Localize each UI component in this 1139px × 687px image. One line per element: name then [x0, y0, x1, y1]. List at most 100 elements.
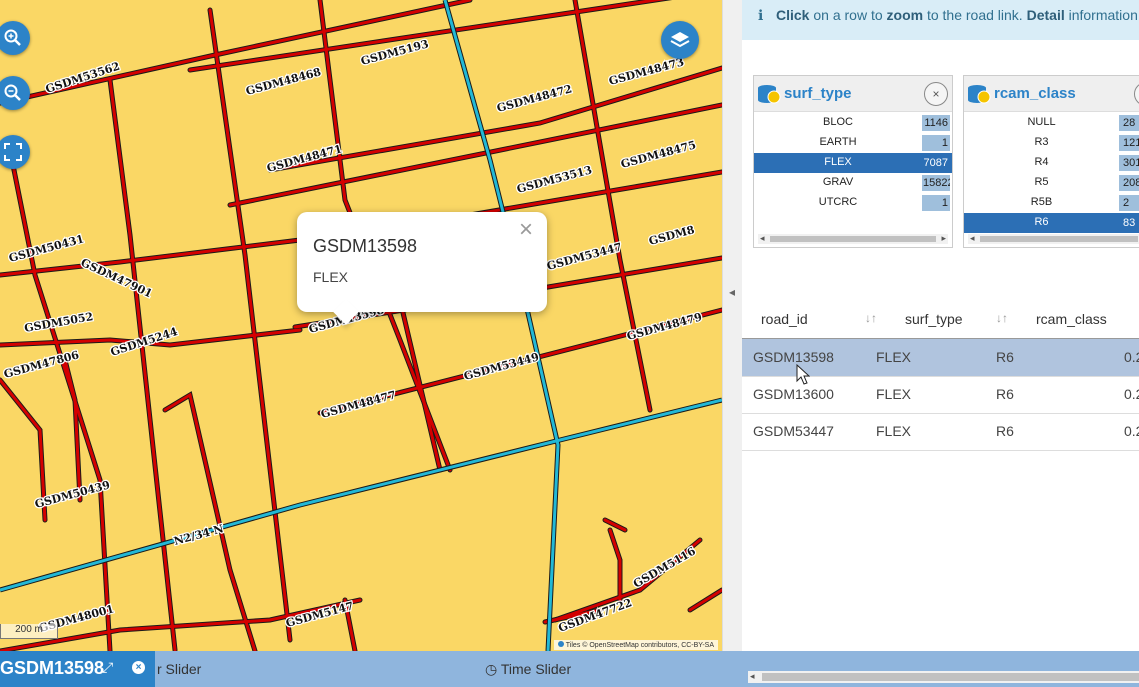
- cell-surf-type: FLEX: [876, 349, 912, 365]
- chart-row[interactable]: R3 121: [964, 133, 1139, 153]
- row-label: R3: [1034, 136, 1049, 148]
- map-attribution: Tiles © OpenStreetMap contributors, CC-B…: [553, 640, 718, 650]
- cell-value: 0.2: [1124, 386, 1139, 402]
- scroll-left-icon[interactable]: ◂: [760, 233, 765, 244]
- road-label: GSDM53447: [545, 240, 623, 273]
- cell-rcam-class: R6: [996, 423, 1014, 439]
- sort-icon[interactable]: ↓↑: [865, 311, 877, 325]
- chart-title: surf_type: [784, 85, 852, 102]
- cell-road-id: GSDM13600: [753, 386, 834, 402]
- database-filter-icon: [758, 85, 781, 104]
- sort-icon[interactable]: ↓↑: [996, 311, 1008, 325]
- time-slider-label: Time Slider: [500, 661, 572, 677]
- chart-close-button[interactable]: ×: [1134, 82, 1139, 106]
- scroll-left-icon[interactable]: ◂: [970, 233, 975, 244]
- feature-popup: GSDM13598 FLEX ×: [297, 212, 547, 312]
- row-count: 2: [1119, 195, 1139, 211]
- slider-tab[interactable]: r Slider: [157, 661, 201, 677]
- chart-row[interactable]: R5 2080: [964, 173, 1139, 193]
- selected-feature-tab[interactable]: GSDM13598 ⤢ ×: [0, 651, 155, 687]
- scroll-thumb[interactable]: [980, 236, 1138, 242]
- column-header-road-id[interactable]: road_id: [761, 311, 808, 327]
- road-label: GSDM8: [647, 223, 696, 248]
- row-label: GRAV: [822, 176, 854, 188]
- scroll-right-icon[interactable]: ▸: [941, 233, 946, 244]
- column-header-surf-type[interactable]: surf_type: [905, 311, 963, 327]
- road-label: GSDM48468: [244, 65, 322, 98]
- chart-row[interactable]: BLOC 1146: [754, 113, 952, 133]
- row-count: 3017: [1119, 155, 1139, 171]
- info-banner: ℹ Click on a row to zoom to the road lin…: [742, 0, 1139, 40]
- chart-close-button[interactable]: ×: [924, 82, 948, 106]
- road-label: GSDM48477: [319, 388, 397, 421]
- road-label: GSDM53513: [515, 163, 593, 196]
- chart-header: surf_type ×: [754, 76, 952, 112]
- cell-rcam-class: R6: [996, 349, 1014, 365]
- cell-road-id: GSDM13598: [753, 349, 834, 365]
- chart-row[interactable]: EARTH 1: [754, 133, 952, 153]
- side-panel: ℹ Click on a row to zoom to the road lin…: [742, 0, 1139, 651]
- cell-value: 0.2: [1124, 349, 1139, 365]
- collapse-arrow-icon[interactable]: ◂: [729, 285, 735, 299]
- cell-surf-type: FLEX: [876, 386, 912, 402]
- map-view[interactable]: GSDM53562 GSDM48468 GSDM5193 GSDM48473 GSDM4…: [0, 0, 722, 651]
- chart-row[interactable]: R4 3017: [964, 153, 1139, 173]
- row-label: R5B: [1030, 196, 1053, 208]
- road-network[interactable]: GSDM53562 GSDM48468GSDM5193GSDM48473GSDM4…: [0, 0, 722, 651]
- chart-row-selected[interactable]: R6 83: [964, 213, 1139, 233]
- chart-row[interactable]: GRAV 15822: [754, 173, 952, 193]
- rcam-class-chart[interactable]: rcam_class × NULL28 R3121 R43017 R52080 …: [963, 75, 1139, 248]
- fullscreen-icon: [4, 143, 22, 161]
- time-slider-tab[interactable]: ◷ Time Slider: [485, 661, 571, 678]
- row-count: 15822: [922, 175, 950, 191]
- scroll-thumb[interactable]: [762, 673, 1139, 681]
- cell-rcam-class: R6: [996, 386, 1014, 402]
- row-label: R4: [1034, 156, 1049, 168]
- row-label: BLOC: [823, 116, 853, 128]
- road-label: GSDM48472: [495, 82, 573, 115]
- clock-icon: ◷: [485, 661, 498, 677]
- chart-header: rcam_class ×: [964, 76, 1139, 112]
- row-count: 7087: [922, 155, 950, 171]
- layers-button[interactable]: [661, 21, 699, 59]
- close-icon[interactable]: ×: [132, 661, 145, 674]
- cell-value: 0.2: [1124, 423, 1139, 439]
- row-label: FLEX: [824, 156, 852, 168]
- chart-row[interactable]: UTCRC 1: [754, 193, 952, 213]
- road-label: GSDM5116: [631, 544, 698, 590]
- zoom-in-icon: [4, 29, 21, 46]
- popup-surface-type: FLEX: [313, 269, 349, 285]
- row-count: 1: [922, 135, 950, 151]
- scroll-left-icon[interactable]: ◂: [750, 671, 755, 682]
- chart-row[interactable]: R5B 2: [964, 193, 1139, 213]
- column-header-rcam-class[interactable]: rcam_class: [1036, 311, 1107, 327]
- attribution-text: Tiles © OpenStreetMap contributors, CC-B…: [565, 642, 714, 649]
- row-count: 121: [1119, 135, 1139, 151]
- row-count: 1: [922, 195, 950, 211]
- row-count: 83: [1119, 215, 1139, 231]
- row-label: R6: [1034, 216, 1049, 228]
- cell-road-id: GSDM53447: [753, 423, 834, 439]
- road-label: N2/34 N: [172, 522, 225, 548]
- scroll-thumb[interactable]: [770, 236, 936, 242]
- panel-horizontal-scrollbar[interactable]: ◂: [748, 671, 1139, 683]
- table-row[interactable]: GSDM53447 FLEX R6 0.2: [742, 413, 1139, 451]
- row-count: 28: [1119, 115, 1139, 131]
- chart-horizontal-scrollbar[interactable]: ◂ ▸: [758, 233, 948, 244]
- expand-icon[interactable]: ⤢: [102, 659, 113, 676]
- popup-close-button[interactable]: ×: [519, 218, 533, 242]
- panel-splitter[interactable]: ◂: [722, 0, 744, 651]
- selected-feature-name: GSDM13598: [0, 658, 105, 678]
- scale-bar: 200 m: [0, 624, 58, 639]
- info-click: Click: [776, 7, 810, 23]
- leaflet-icon: [557, 641, 564, 647]
- chart-row-selected[interactable]: FLEX 7087: [754, 153, 952, 173]
- road-label: GSDM50431: [7, 232, 85, 265]
- surf-type-chart[interactable]: surf_type × BLOC 1146 EARTH 1 FLEX 7087 GRA…: [753, 75, 953, 248]
- row-count: 2080: [1119, 175, 1139, 191]
- chart-horizontal-scrollbar[interactable]: ◂: [968, 233, 1139, 244]
- info-mid2: to the road link.: [923, 7, 1027, 23]
- info-detail: Detail: [1026, 7, 1065, 23]
- road-label: GSDM48479: [625, 310, 703, 343]
- chart-row[interactable]: NULL 28: [964, 113, 1139, 133]
